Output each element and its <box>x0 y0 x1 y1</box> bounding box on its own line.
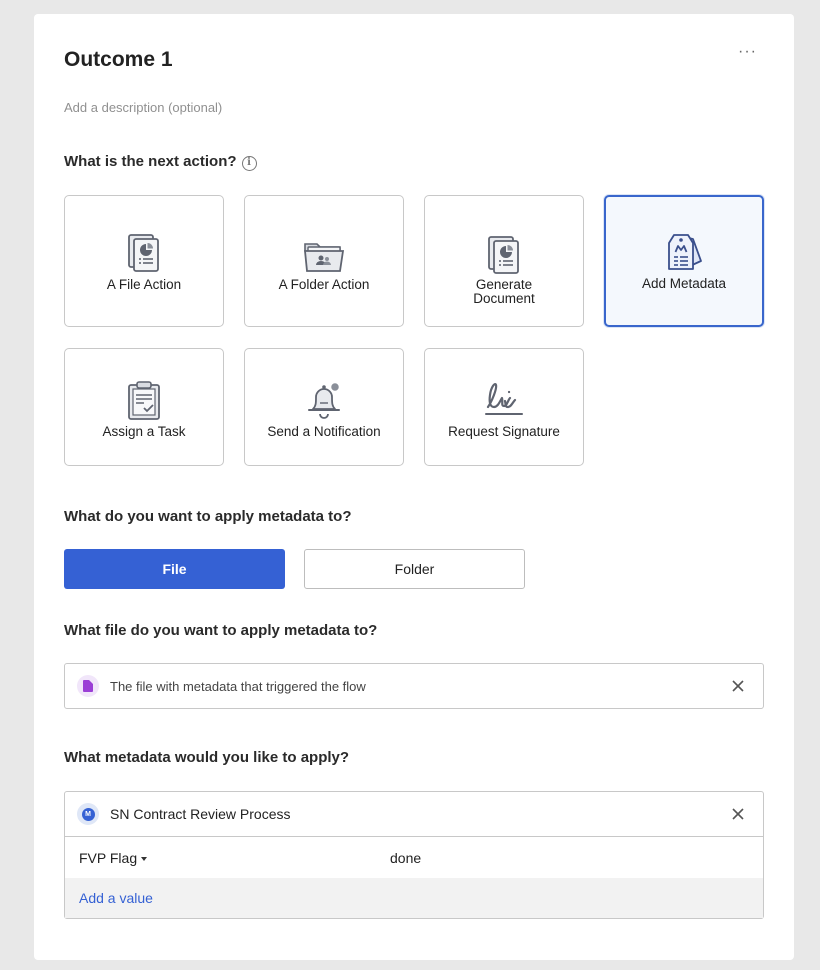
file-icon <box>128 234 159 272</box>
action-card-file[interactable]: A File Action <box>64 195 224 327</box>
action-card-folder[interactable]: A Folder Action <box>244 195 404 327</box>
folder-icon <box>304 243 345 272</box>
info-icon[interactable]: i <box>241 156 257 171</box>
action-card-add-metadata[interactable]: Add Metadata <box>604 195 764 327</box>
file-select-field[interactable]: The file with metadata that triggered th… <box>64 663 764 709</box>
chevron-down-icon <box>141 856 148 861</box>
metadata-template-select[interactable]: M SN Contract Review Process <box>65 792 763 836</box>
action-card-label: Request Signature <box>448 424 560 439</box>
action-card-label: Add Metadata <box>641 276 727 291</box>
apply-target-question: What do you want to apply metadata to? <box>64 508 352 525</box>
metadata-tag-icon <box>668 234 702 270</box>
action-card-generate-document[interactable]: Generate Document <box>424 195 584 327</box>
file-type-icon <box>77 675 99 697</box>
metadata-template-name: SN Contract Review Process <box>110 806 291 822</box>
metadata-field-key-dropdown[interactable]: FVP Flag <box>79 849 148 866</box>
action-card-assign-task[interactable]: Assign a Task <box>64 348 224 466</box>
file-select-value: The file with metadata that triggered th… <box>110 678 366 694</box>
add-value-link[interactable]: Add a value <box>79 890 153 906</box>
action-card-label: Send a Notification <box>267 424 381 439</box>
description-input[interactable]: Add a description (optional) <box>64 100 222 115</box>
next-action-label: What is the next action? <box>64 153 237 170</box>
action-card-request-signature[interactable]: Request Signature <box>424 348 584 466</box>
metadata-field-row: FVP Flag done <box>65 836 763 878</box>
more-options-icon[interactable]: ··· <box>738 44 757 60</box>
action-card-label: A Folder Action <box>278 277 370 292</box>
metadata-question: What metadata would you like to apply? <box>64 749 350 766</box>
metadata-template-icon: M <box>77 803 99 825</box>
bell-icon <box>308 381 341 419</box>
action-card-send-notification[interactable]: Send a Notification <box>244 348 404 466</box>
action-card-label: Assign a Task <box>102 424 186 439</box>
next-action-question: What is the next action? i <box>64 153 257 171</box>
file-button[interactable]: File <box>64 549 285 589</box>
signature-icon <box>485 383 523 415</box>
file-question: What file do you want to apply metadata … <box>64 622 378 639</box>
action-card-label: A File Action <box>106 277 182 292</box>
clipboard-icon <box>128 381 160 420</box>
clear-file-close-icon[interactable] <box>731 679 745 693</box>
metadata-template-badge: M <box>81 807 95 821</box>
add-value-row: Add a value <box>65 878 763 918</box>
document-icon <box>488 236 519 274</box>
metadata-template-field: M SN Contract Review Process FVP Flag do… <box>64 791 764 919</box>
metadata-field-key: FVP Flag <box>79 849 138 866</box>
metadata-field-value[interactable]: done <box>390 850 421 866</box>
action-card-label: Generate Document <box>473 277 535 306</box>
clear-template-close-icon[interactable] <box>731 807 745 821</box>
outcome-panel: Outcome 1 ··· Add a description (optiona… <box>34 14 794 960</box>
folder-button[interactable]: Folder <box>304 549 525 589</box>
outcome-title[interactable]: Outcome 1 <box>64 48 173 72</box>
